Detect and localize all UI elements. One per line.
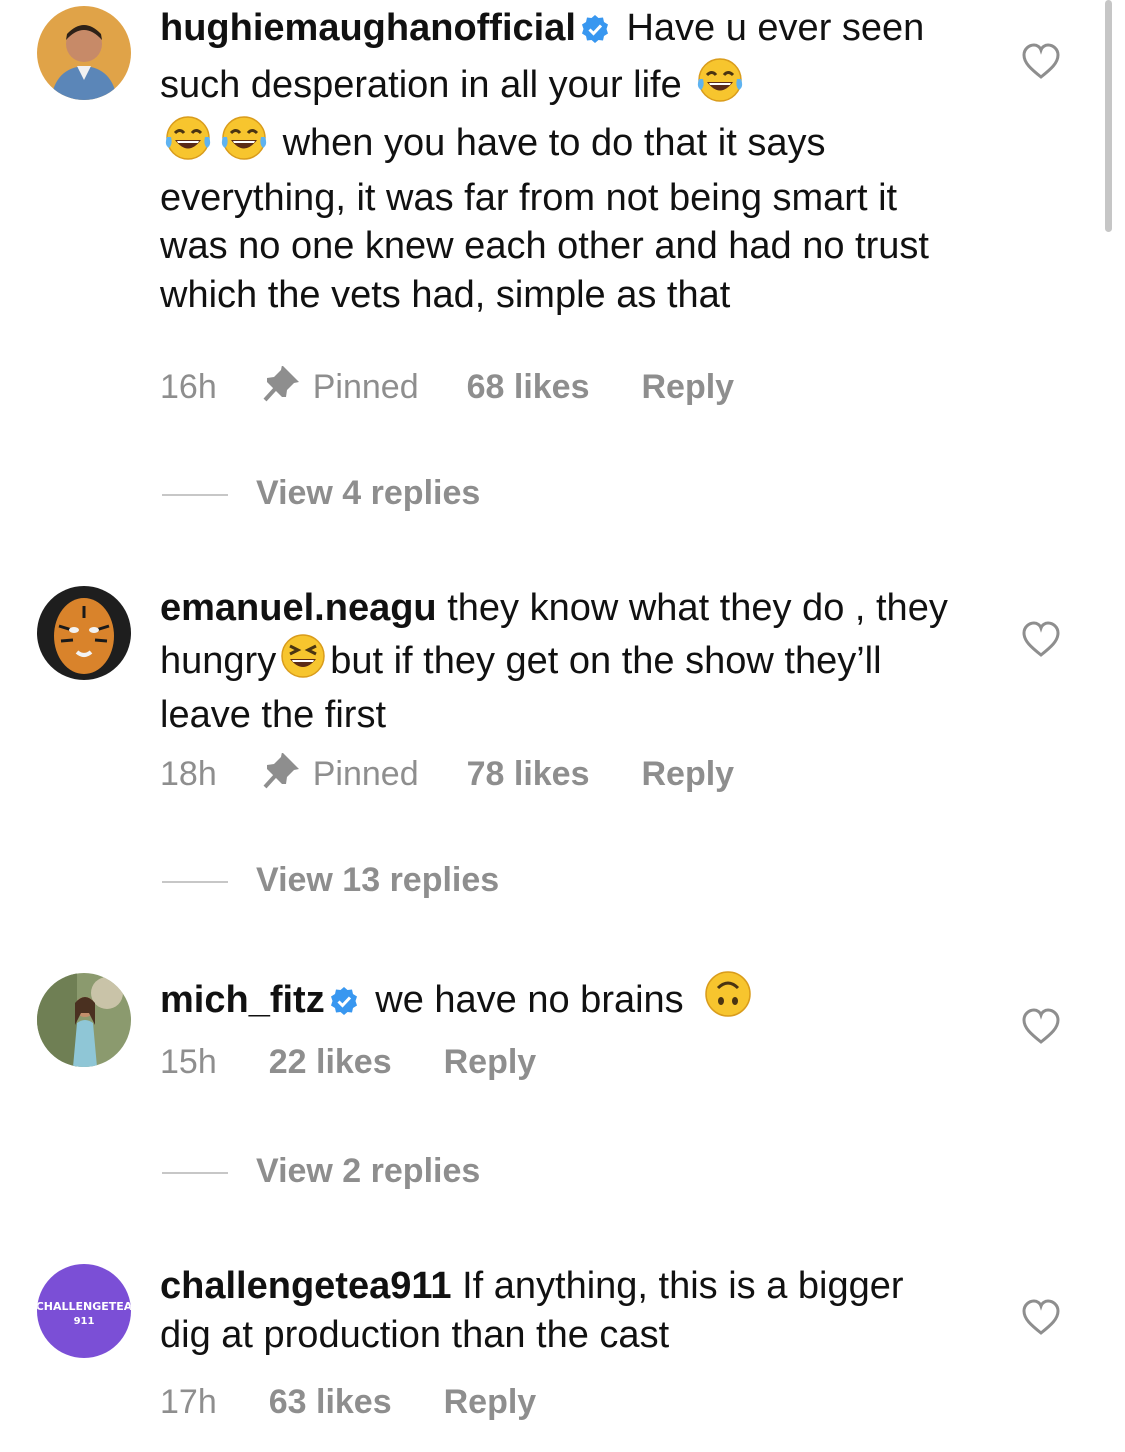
- like-heart-icon[interactable]: [1021, 620, 1061, 660]
- timestamp[interactable]: 17h: [160, 1383, 217, 1422]
- replies-divider: [162, 881, 228, 884]
- avatar-text: CHALLENGETEA: [37, 1300, 131, 1313]
- replies-divider: [162, 494, 228, 497]
- likes-count[interactable]: 68 likes: [467, 368, 590, 407]
- reply-button[interactable]: Reply: [642, 755, 735, 794]
- like-heart-icon[interactable]: [1021, 1298, 1061, 1338]
- avatar[interactable]: [37, 6, 131, 100]
- timestamp[interactable]: 16h: [160, 368, 217, 407]
- timestamp[interactable]: 18h: [160, 755, 217, 794]
- likes-count[interactable]: 63 likes: [269, 1383, 392, 1422]
- pin-icon: [263, 365, 303, 411]
- scrollbar[interactable]: [1105, 0, 1112, 232]
- comment-meta: 18h Pinned 78 likes Reply: [160, 752, 735, 798]
- face-with-tears-of-joy-icon: [695, 57, 745, 116]
- like-heart-icon[interactable]: [1021, 42, 1061, 82]
- pinned-label: Pinned: [263, 752, 419, 798]
- comment-meta: 15h 22 likes Reply: [160, 1043, 536, 1082]
- avatar[interactable]: [37, 973, 131, 1067]
- reply-button[interactable]: Reply: [444, 1043, 537, 1082]
- upside-down-face-icon: [704, 970, 752, 1031]
- pinned-label: Pinned: [263, 365, 419, 411]
- pin-icon: [263, 752, 303, 798]
- view-replies-button[interactable]: View 2 replies: [162, 1152, 480, 1191]
- replies-divider: [162, 1172, 228, 1175]
- comment-body: hughiemaughanofficial Have u ever seen s…: [160, 4, 960, 319]
- comment-body: challengetea911 If anything, this is a b…: [160, 1262, 960, 1359]
- likes-count[interactable]: 78 likes: [467, 755, 590, 794]
- view-replies-button[interactable]: View 4 replies: [162, 474, 480, 513]
- verified-badge-icon: [329, 980, 359, 1029]
- timestamp[interactable]: 15h: [160, 1043, 217, 1082]
- reply-button[interactable]: Reply: [642, 368, 735, 407]
- username[interactable]: emanuel.neagu: [160, 587, 437, 629]
- username[interactable]: mich_fitz: [160, 979, 325, 1021]
- comment-text: when you have to do that it says everyth…: [160, 122, 929, 316]
- likes-count[interactable]: 22 likes: [269, 1043, 392, 1082]
- avatar-text: 911: [74, 1316, 95, 1327]
- face-with-tears-of-joy-icon: [219, 115, 269, 174]
- comment-meta: 16h Pinned 68 likes Reply: [160, 365, 735, 411]
- comment-text: we have no brains: [375, 979, 684, 1021]
- username[interactable]: hughiemaughanofficial: [160, 7, 576, 49]
- reply-button[interactable]: Reply: [444, 1383, 537, 1422]
- verified-badge-icon: [580, 8, 610, 57]
- view-replies-button[interactable]: View 13 replies: [162, 861, 499, 900]
- grinning-squinting-face-icon: [279, 633, 327, 692]
- username[interactable]: challengetea911: [160, 1265, 452, 1307]
- comment-body: emanuel.neagu they know what they do , t…: [160, 584, 960, 740]
- face-with-tears-of-joy-icon: [163, 115, 213, 174]
- avatar[interactable]: [37, 586, 131, 680]
- avatar[interactable]: CHALLENGETEA 911: [37, 1264, 131, 1358]
- comment-meta: 17h 63 likes Reply: [160, 1383, 536, 1422]
- like-heart-icon[interactable]: [1021, 1007, 1061, 1047]
- comment-body: mich_fitz we have no brains: [160, 970, 960, 1031]
